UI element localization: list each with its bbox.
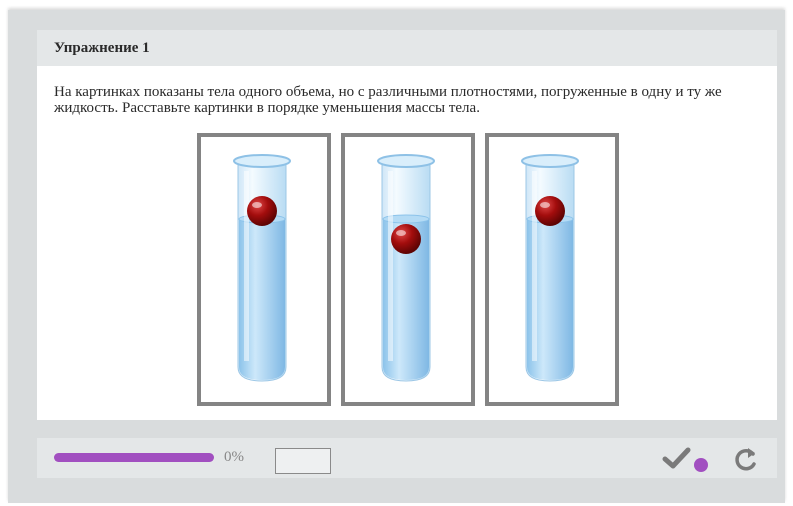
reset-button[interactable]	[733, 445, 759, 473]
check-button[interactable]	[662, 446, 712, 474]
exercise-title: Упражнение 1	[37, 30, 777, 66]
exercise-footer: 0%	[37, 438, 777, 478]
progress-label: 0%	[224, 449, 244, 465]
test-tube-icon	[233, 154, 291, 382]
test-tube-icon	[521, 154, 579, 382]
draggable-card-2[interactable]	[341, 133, 475, 406]
ball-icon	[535, 196, 565, 226]
draggable-card-3[interactable]	[485, 133, 619, 406]
ball-icon	[247, 196, 277, 226]
draggable-card-1[interactable]	[197, 133, 331, 406]
ball-icon	[391, 224, 421, 254]
exercise-panel: Упражнение 1 На картинках показаны тела …	[37, 30, 777, 420]
card-row	[37, 133, 777, 408]
progress-bar	[54, 453, 214, 462]
answer-box[interactable]	[275, 448, 331, 474]
test-tube-icon	[377, 154, 435, 382]
check-icon	[662, 447, 708, 472]
reset-icon	[735, 448, 756, 471]
exercise-instruction: На картинках показаны тела одного объема…	[54, 84, 722, 116]
